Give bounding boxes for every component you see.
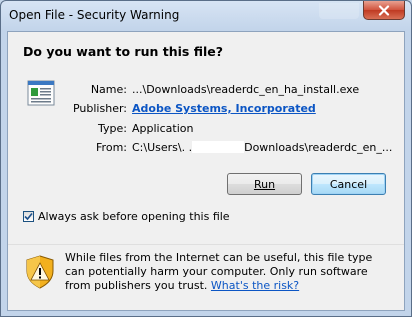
whats-the-risk-link[interactable]: What's the risk? [211,279,299,292]
warning-footer: While files from the Internet can be use… [8,245,404,310]
from-value: C:\Users\. . Downloads\readerdc_en_... [132,141,392,154]
always-ask-checkbox-row[interactable]: Always ask before opening this file [23,210,230,223]
warning-message: While files from the Internet can be use… [65,251,373,292]
from-label: From: [96,141,127,154]
main-panel: Do you want to run this file? Name: ...\… [8,32,404,244]
security-warning-dialog: Open File - Security Warning Do you want… [0,0,412,317]
redacted-path [192,141,245,153]
from-value-suffix: Downloads\readerdc_en_... [244,141,393,154]
cancel-button[interactable]: Cancel [311,173,386,195]
run-button[interactable]: Run [227,173,302,195]
always-ask-checkbox[interactable] [23,211,34,222]
publisher-link[interactable]: Adobe Systems, Incorporated [132,102,316,115]
disabled-window-control [319,3,359,19]
name-label: Name: [90,83,127,96]
from-value-prefix: C:\Users\. . [132,141,193,154]
always-ask-label: Always ask before opening this file [38,210,230,223]
checkmark-icon [24,212,33,221]
window-title: Open File - Security Warning [9,8,180,22]
title-bar[interactable]: Open File - Security Warning [1,1,411,31]
close-button[interactable] [363,1,405,20]
name-value: ...\Downloads\readerdc_en_ha_install.exe [132,83,360,96]
type-label: Type: [98,122,127,135]
dialog-heading: Do you want to run this file? [23,44,223,59]
dialog-body: Do you want to run this file? Name: ...\… [7,31,405,311]
application-file-icon [26,79,56,109]
type-value: Application [132,122,194,135]
close-icon [378,4,390,16]
publisher-label: Publisher: [72,102,127,115]
warning-shield-icon [25,255,55,289]
